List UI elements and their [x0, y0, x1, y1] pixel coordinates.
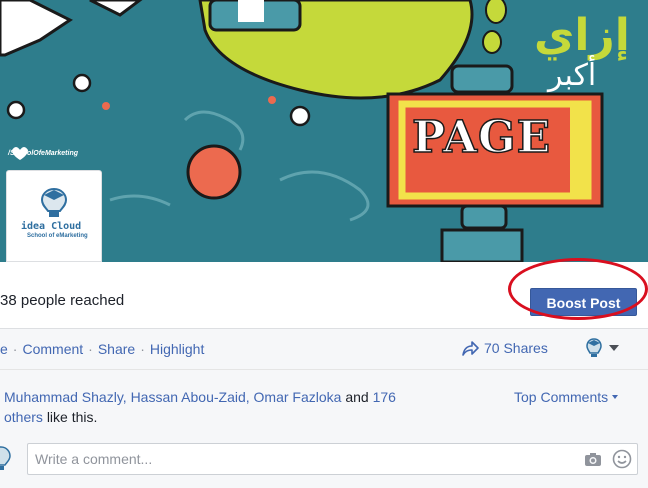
comment-action-link[interactable]: Comment	[22, 341, 83, 357]
comment-composer	[0, 432, 648, 488]
emoji-icon[interactable]	[612, 449, 632, 469]
logo-tagline-text: School of eMarketing	[27, 233, 88, 239]
cover-arabic-title: إزاي	[534, 10, 630, 61]
share-arrow-icon	[462, 341, 479, 356]
logo-brand-text: idea Cloud	[21, 221, 82, 232]
share-action-link[interactable]: Share	[98, 341, 135, 357]
post-action-bar: e · Comment · Share · Highlight 70 Shares	[0, 329, 648, 370]
separator-dot: ·	[12, 341, 18, 357]
post-as-selector[interactable]	[585, 337, 619, 359]
shares-count-text: 70 Shares	[484, 340, 548, 356]
reach-count-text: 38 people reached	[0, 292, 125, 309]
separator-dot: ·	[88, 341, 93, 357]
likes-text: Muhammad Shazly, Hassan Abou-Zaid, Omar …	[4, 387, 484, 427]
cover-arabic-subtitle: أكبر	[548, 58, 597, 93]
cover-photo: PAGE إزاي أكبر /SchoolOfeMarketing idea …	[0, 0, 648, 262]
separator-dot: ·	[140, 341, 145, 357]
liker-names-link[interactable]: Muhammad Shazly, Hassan Abou-Zaid, Omar …	[4, 389, 341, 405]
comment-input[interactable]	[27, 443, 638, 475]
likes-summary: Muhammad Shazly, Hassan Abou-Zaid, Omar …	[0, 370, 648, 432]
page-avatar-icon	[586, 338, 602, 357]
cover-page-word: PAGE	[411, 111, 552, 164]
boost-highlight-circle	[508, 258, 648, 320]
top-comments-dropdown[interactable]: Top Comments	[514, 389, 619, 405]
likes-and-word: and	[345, 389, 369, 405]
shares-count-link[interactable]: 70 Shares	[462, 340, 548, 356]
lightbulb-graduate-icon	[40, 187, 68, 217]
camera-icon[interactable]	[584, 452, 602, 467]
cover-fb-handle: /SchoolOfeMarketing	[8, 150, 79, 157]
caret-down-icon	[612, 395, 619, 399]
post-actions: e · Comment · Share · Highlight	[0, 341, 204, 357]
highlight-action-link[interactable]: Highlight	[150, 341, 204, 357]
likes-tail-text: like this.	[46, 409, 98, 425]
liker-count-link[interactable]: 176	[373, 389, 396, 405]
liker-others-link[interactable]: others	[4, 409, 43, 425]
top-comments-label: Top Comments	[514, 389, 609, 405]
commenter-avatar-icon	[0, 446, 11, 470]
page-profile-logo[interactable]: idea Cloud School of eMarketing	[6, 170, 102, 262]
like-action-link[interactable]: e	[0, 341, 8, 357]
chevron-down-icon	[609, 345, 619, 351]
